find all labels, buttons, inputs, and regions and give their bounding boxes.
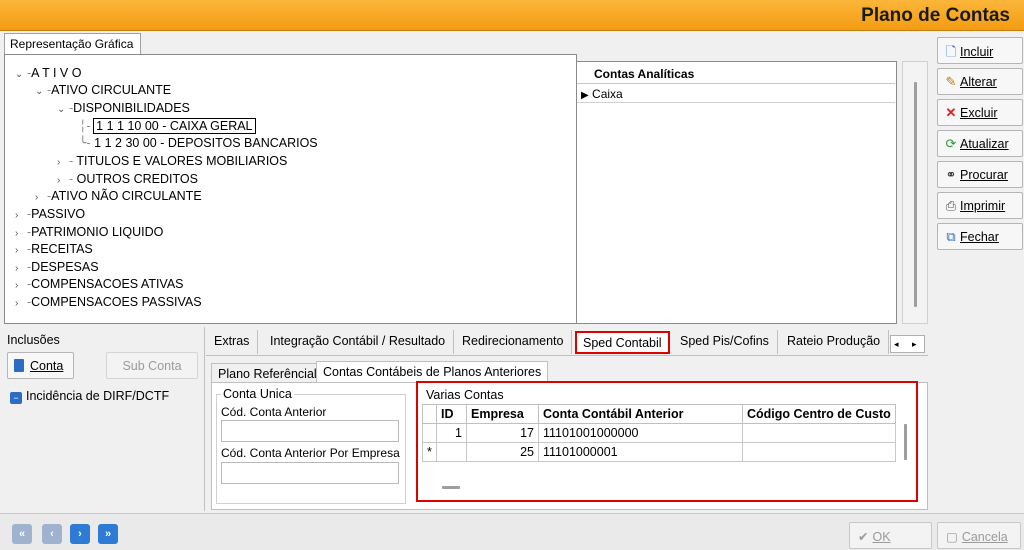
chevron-right-icon[interactable]: › [15, 242, 27, 259]
next-record-icon[interactable]: › [70, 524, 90, 544]
chevron-right-icon[interactable]: › [15, 295, 27, 312]
printer-icon: ⎙ [945, 198, 957, 213]
col-id[interactable]: ID [436, 404, 467, 424]
tab-sped-pis-cofins[interactable]: Sped Pis/Cofins [672, 330, 778, 354]
tree-item-depositos-bancarios[interactable]: ╰- 1 1 2 30 00 - DEPOSITOS BANCARIOS [79, 135, 318, 152]
previous-record-icon[interactable]: ‹ [42, 524, 62, 544]
tree-item-patrimonio-liquido[interactable]: › -PATRIMONIO LIQUIDO [15, 224, 163, 241]
cancela-button[interactable]: ▢ Cancela [937, 522, 1021, 549]
add-account-icon [14, 359, 24, 372]
delete-x-icon: ✕ [945, 105, 957, 120]
tab-integracao-contabil[interactable]: Integração Contábil / Resultado [262, 330, 455, 354]
chevron-down-icon[interactable]: ⌄ [57, 101, 69, 118]
tree-item-ativo[interactable]: ⌄ -A T I V O [15, 65, 81, 82]
grid-row-caixa[interactable]: ▶ Caixa [577, 84, 895, 103]
tree-item-ativo-circulante[interactable]: ⌄ -ATIVO CIRCULANTE [35, 82, 171, 99]
account-tree[interactable]: ⌄ -A T I V O ⌄ -ATIVO CIRCULANTE ⌄ -DISPONI… [4, 54, 577, 324]
col-codigo-centro-custo[interactable]: Código Centro de Custo [742, 404, 896, 424]
tab-rateio-producao[interactable]: Rateio Produção [779, 330, 890, 354]
cod-conta-anterior-input[interactable] [221, 420, 399, 442]
tab-scroll-buttons[interactable]: ◂ ▸ [890, 335, 925, 353]
footer-bar: « ‹ › » ✔ OK ▢ Cancela [0, 513, 1024, 550]
chevron-down-icon[interactable]: ⌄ [35, 83, 47, 100]
tree-item-disponibilidades[interactable]: ⌄ -DISPONIBILIDADES [57, 100, 190, 117]
tree-item-ativo-nao-circulante[interactable]: › -ATIVO NÃO CIRCULANTE [35, 188, 202, 205]
row-pointer-icon: ▶ [581, 90, 589, 101]
chevron-right-icon[interactable]: › [15, 225, 27, 242]
table-row[interactable]: * 25 11101000001 [422, 442, 896, 462]
grid-hscroll-thumb[interactable] [442, 486, 460, 489]
chevron-right-icon[interactable]: › [15, 260, 27, 277]
arrow-right-icon[interactable]: ▸ [912, 339, 917, 350]
procurar-button[interactable]: ⚭ Procurar [937, 161, 1023, 188]
edit-icon: ✎ [945, 74, 957, 89]
chevron-right-icon[interactable]: › [57, 172, 69, 189]
tab-extras[interactable]: Extras [206, 330, 259, 354]
analiticas-scrollbar[interactable] [902, 61, 928, 324]
chevron-right-icon[interactable]: › [15, 207, 27, 224]
subtab-contas-planos-anteriores[interactable]: Contas Contábeis de Planos Anteriores [316, 361, 549, 383]
cod-conta-anterior-empresa-input[interactable] [221, 462, 399, 484]
tree-item-compensacoes-passivas[interactable]: › -COMPENSACOES PASSIVAS [15, 294, 202, 311]
tree-item-despesas[interactable]: › -DESPESAS [15, 259, 99, 276]
window-title: Plano de Contas [861, 5, 1010, 26]
close-window-icon: ⧉ [946, 229, 956, 244]
varias-contas-title: Varias Contas [424, 388, 506, 402]
contas-analiticas-grid[interactable]: Contas Analíticas ▶ Caixa [577, 61, 897, 324]
chevron-right-icon[interactable]: › [57, 154, 69, 171]
contas-analiticas-header: Contas Analíticas [577, 64, 895, 84]
subtab-plano-referencial[interactable]: Plano Referêncial [211, 363, 324, 383]
sub-conta-button[interactable]: Sub Conta [106, 352, 198, 379]
excluir-button[interactable]: ✕ Excluir [937, 99, 1023, 126]
tree-item-compensacoes-ativas[interactable]: › -COMPENSACOES ATIVAS [15, 276, 184, 293]
new-document-icon: 🗋 [945, 44, 957, 59]
cod-conta-anterior-label: Cód. Conta Anterior [221, 405, 327, 419]
conta-unica-title: Conta Unica [221, 387, 294, 401]
cod-conta-anterior-empresa-label: Cód. Conta Anterior Por Empresa [221, 446, 400, 460]
incluir-button[interactable]: 🗋 Incluir [937, 37, 1023, 64]
imprimir-button[interactable]: ⎙ Imprimir [937, 192, 1023, 219]
ok-button[interactable]: ✔ OK [849, 522, 932, 549]
atualizar-button[interactable]: ⟳ Atualizar [937, 130, 1023, 157]
inclusoes-title: Inclusões [7, 333, 60, 347]
fechar-button[interactable]: ⧉ Fechar [937, 223, 1023, 250]
col-conta-contabil-anterior[interactable]: Conta Contábil Anterior [538, 404, 743, 424]
table-row[interactable]: 1 17 11101001000000 [422, 423, 896, 443]
tab-representacao-grafica[interactable]: Representação Gráfica [4, 33, 141, 54]
title-bar: Plano de Contas [0, 0, 1024, 31]
chevron-down-icon[interactable]: ⌄ [15, 66, 27, 83]
checkbox-checked-icon[interactable]: − [10, 392, 22, 404]
varias-contas-grid[interactable]: ID Empresa Conta Contábil Anterior Códig… [422, 404, 907, 492]
checkmark-icon: ✔ [858, 530, 869, 544]
tab-sped-contabil[interactable]: Sped Contabil [575, 331, 670, 354]
tree-item-receitas[interactable]: › -RECEITAS [15, 241, 93, 258]
tree-item-outros-creditos[interactable]: › - OUTROS CREDITOS [57, 171, 198, 188]
tab-redirecionamento[interactable]: Redirecionamento [454, 330, 573, 354]
cancel-icon: ▢ [946, 530, 958, 544]
tree-item-passivo[interactable]: › -PASSIVO [15, 206, 85, 223]
chevron-right-icon[interactable]: › [15, 277, 27, 294]
first-record-icon[interactable]: « [12, 524, 32, 544]
binoculars-icon: ⚭ [945, 167, 957, 182]
refresh-icon: ⟳ [945, 136, 957, 151]
dirf-dctf-checkbox[interactable]: − Incidência de DIRF/DCTF [10, 389, 169, 404]
varias-contas-vscroll-thumb[interactable] [904, 424, 907, 460]
chevron-right-icon[interactable]: › [35, 189, 47, 206]
conta-button[interactable]: Conta [7, 352, 74, 379]
tree-item-caixa-geral[interactable]: ╎- 1 1 1 10 00 - CAIXA GERAL [79, 118, 256, 135]
alterar-button[interactable]: ✎ Alterar [937, 68, 1023, 95]
col-empresa[interactable]: Empresa [466, 404, 539, 424]
scroll-thumb[interactable] [914, 82, 917, 307]
inclusoes-panel: Inclusões Conta Sub Conta − Incidência de… [4, 327, 205, 511]
arrow-left-icon[interactable]: ◂ [894, 339, 899, 350]
last-record-icon[interactable]: » [98, 524, 118, 544]
tree-item-titulos[interactable]: › - TITULOS E VALORES MOBILIARIOS [57, 153, 287, 170]
